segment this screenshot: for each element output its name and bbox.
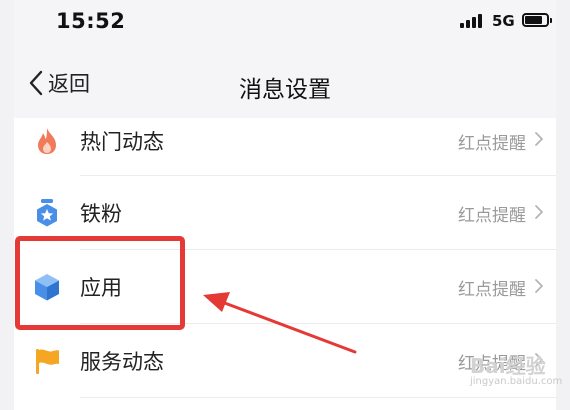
app-cube-icon xyxy=(35,274,59,301)
watermark-url: jingyan.baidu.com xyxy=(470,376,563,387)
list-item-label: 铁粉 xyxy=(80,202,122,226)
watermark-logo: Bai经验 xyxy=(470,354,546,378)
chevron-right-icon xyxy=(535,132,543,146)
status-bar: 15:52 5G xyxy=(14,0,556,44)
status-time: 15:52 xyxy=(56,9,126,33)
list-item-value: 红点提醒 xyxy=(458,134,526,154)
network-type: 5G xyxy=(492,12,515,30)
list-item-apps[interactable]: 应用 红点提醒 xyxy=(14,250,556,324)
list-item-value: 红点提醒 xyxy=(458,206,526,226)
list-item-label: 应用 xyxy=(80,276,122,300)
chevron-right-icon xyxy=(535,279,543,293)
chevron-right-icon xyxy=(535,205,543,219)
list-item-value: 红点提醒 xyxy=(458,280,526,300)
fire-icon xyxy=(38,128,56,154)
divider xyxy=(80,397,556,398)
flag-icon xyxy=(36,349,59,374)
nav-bar: 返回 消息设置 xyxy=(14,44,556,118)
list-item-hot-activity[interactable]: 热门动态 红点提醒 xyxy=(14,118,556,176)
fan-badge-icon xyxy=(37,199,57,227)
list-item-label: 热门动态 xyxy=(80,130,164,154)
list-item-label: 服务动态 xyxy=(80,350,164,374)
list-item-fans[interactable]: 铁粉 红点提醒 xyxy=(14,176,556,250)
battery-icon xyxy=(522,13,552,27)
page-title: 消息设置 xyxy=(239,77,331,103)
signal-icon xyxy=(460,14,482,28)
